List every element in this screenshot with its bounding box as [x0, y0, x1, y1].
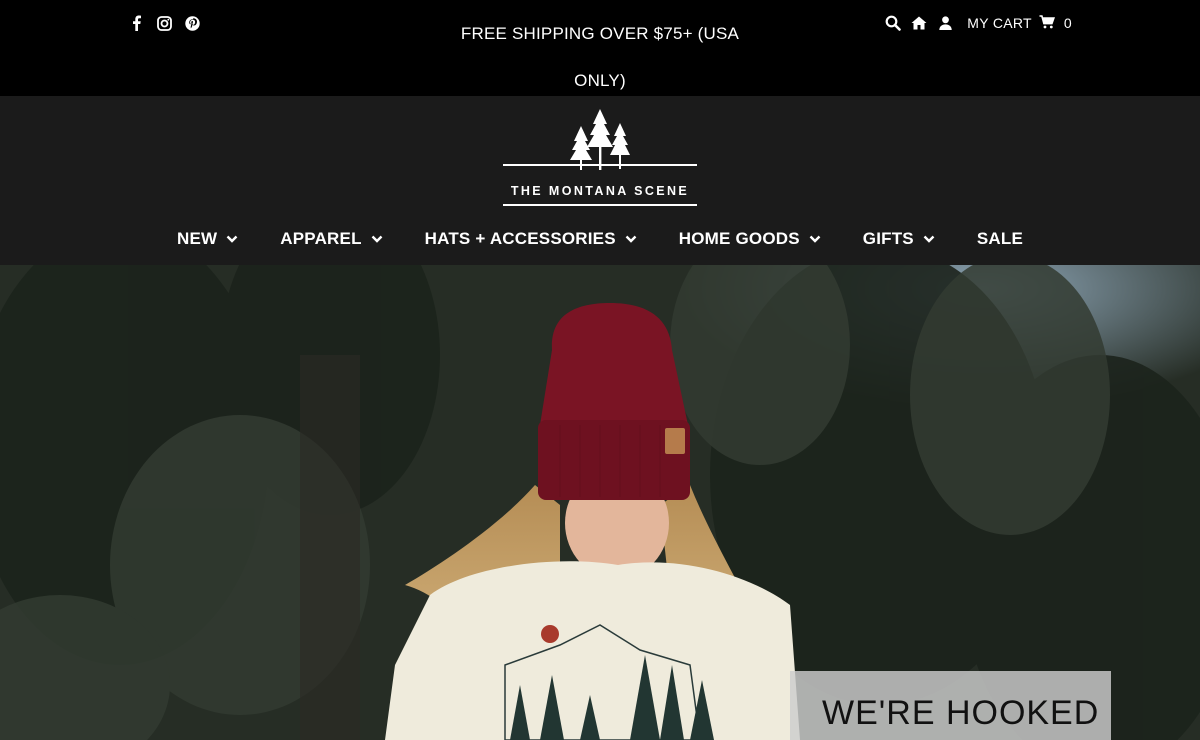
nav-item-label: APPAREL	[280, 229, 362, 248]
chevron-down-icon	[371, 235, 383, 243]
trees-logo-icon	[503, 109, 697, 170]
social-links	[128, 14, 200, 32]
shipping-promo-text: FREE SHIPPING OVER $75+ (USA ONLY)	[460, 24, 740, 90]
nav-item-label: NEW	[177, 229, 218, 248]
nav-item-new[interactable]: NEW	[177, 224, 259, 254]
utility-links: MY CART 0	[885, 14, 1072, 32]
instagram-icon[interactable]	[156, 14, 172, 32]
main-nav: NEW APPAREL HATS + ACCESSORIES HOME GOOD…	[0, 224, 1200, 254]
nav-item-home-goods[interactable]: HOME GOODS	[658, 224, 842, 254]
hero-caption-box[interactable]: WE'RE HOOKED	[790, 671, 1111, 740]
chevron-down-icon	[226, 235, 238, 243]
nav-item-label: GIFTS	[862, 229, 914, 248]
shipping-promo: FREE SHIPPING OVER $75+ (USA ONLY)	[450, 10, 750, 104]
nav-item-gifts[interactable]: GIFTS	[842, 224, 956, 254]
cart-count: 0	[1063, 15, 1072, 31]
search-icon[interactable]	[885, 14, 902, 32]
chevron-down-icon	[923, 235, 935, 243]
account-icon[interactable]	[937, 14, 953, 32]
chevron-down-icon	[625, 235, 637, 243]
cart-link[interactable]: MY CART 0	[967, 14, 1072, 32]
brand-name: THE MONTANA SCENE	[510, 184, 690, 198]
nav-item-apparel[interactable]: APPAREL	[259, 224, 403, 254]
nav-item-hats-accessories[interactable]: HATS + ACCESSORIES	[404, 224, 658, 254]
home-icon[interactable]	[911, 14, 927, 32]
hero-banner[interactable]: WE'RE HOOKED	[0, 265, 1200, 740]
cart-label: MY CART	[967, 15, 1032, 31]
announcement-bar: FREE SHIPPING OVER $75+ (USA ONLY) MY CA…	[0, 0, 1200, 96]
site-header: THE MONTANA SCENE NEW APPAREL HATS + ACC…	[0, 96, 1200, 265]
pinterest-icon[interactable]	[184, 14, 200, 32]
nav-item-label: HATS + ACCESSORIES	[424, 229, 616, 248]
logo-underline	[503, 204, 697, 206]
hero-image	[0, 265, 1200, 740]
brand-logo[interactable]: THE MONTANA SCENE	[503, 108, 697, 206]
nav-item-label: HOME GOODS	[678, 229, 800, 248]
chevron-down-icon	[809, 235, 821, 243]
hero-caption-heading: WE'RE HOOKED	[822, 694, 1100, 732]
facebook-icon[interactable]	[128, 14, 144, 32]
nav-item-label: SALE	[976, 229, 1023, 248]
cart-icon	[1039, 14, 1055, 32]
nav-item-sale[interactable]: SALE	[956, 224, 1023, 254]
